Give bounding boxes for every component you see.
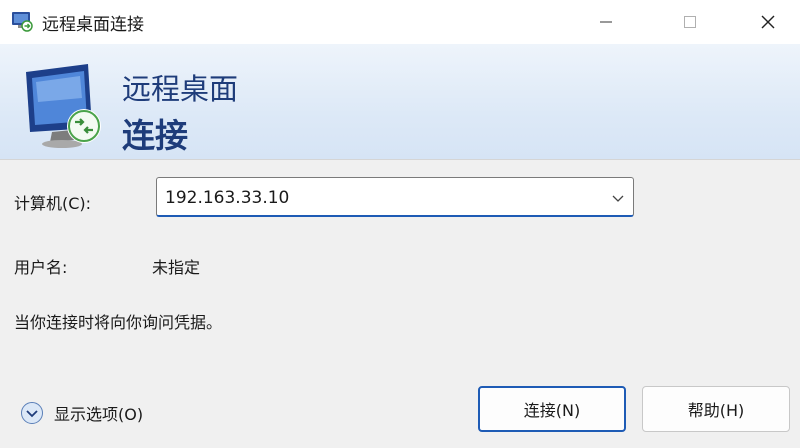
close-icon xyxy=(761,15,775,29)
computer-label: 计算机(C): xyxy=(14,194,92,213)
credentials-prompt: 当你连接时将向你询问凭据。 xyxy=(14,313,223,332)
username-value: 未指定 xyxy=(152,258,201,277)
maximize-icon xyxy=(684,16,696,28)
username-label: 用户名: xyxy=(14,258,68,277)
header-banner: 远程桌面 连接 xyxy=(0,44,800,160)
minimize-icon xyxy=(600,21,612,23)
banner-title-line1: 远程桌面 xyxy=(122,72,239,106)
minimize-button[interactable] xyxy=(574,0,638,44)
title-bar: 远程桌面连接 xyxy=(0,0,800,44)
window-title: 远程桌面连接 xyxy=(42,15,144,35)
banner-title-line2: 连接 xyxy=(122,116,188,155)
close-button[interactable] xyxy=(736,0,800,44)
computer-input[interactable]: 192.163.33.10 xyxy=(165,188,289,208)
chevron-down-circle-icon[interactable] xyxy=(20,401,44,425)
show-options-toggle[interactable]: 显示选项(O) xyxy=(20,400,143,426)
maximize-button[interactable] xyxy=(658,0,722,44)
chevron-down-icon[interactable] xyxy=(611,191,625,205)
computer-combobox[interactable]: 192.163.33.10 xyxy=(156,177,634,217)
help-button[interactable]: 帮助(H) xyxy=(642,386,790,432)
show-options-label[interactable]: 显示选项(O) xyxy=(54,401,143,425)
monitor-connection-icon xyxy=(26,64,101,148)
connect-button[interactable]: 连接(N) xyxy=(478,386,626,432)
remote-desktop-icon xyxy=(12,12,33,32)
